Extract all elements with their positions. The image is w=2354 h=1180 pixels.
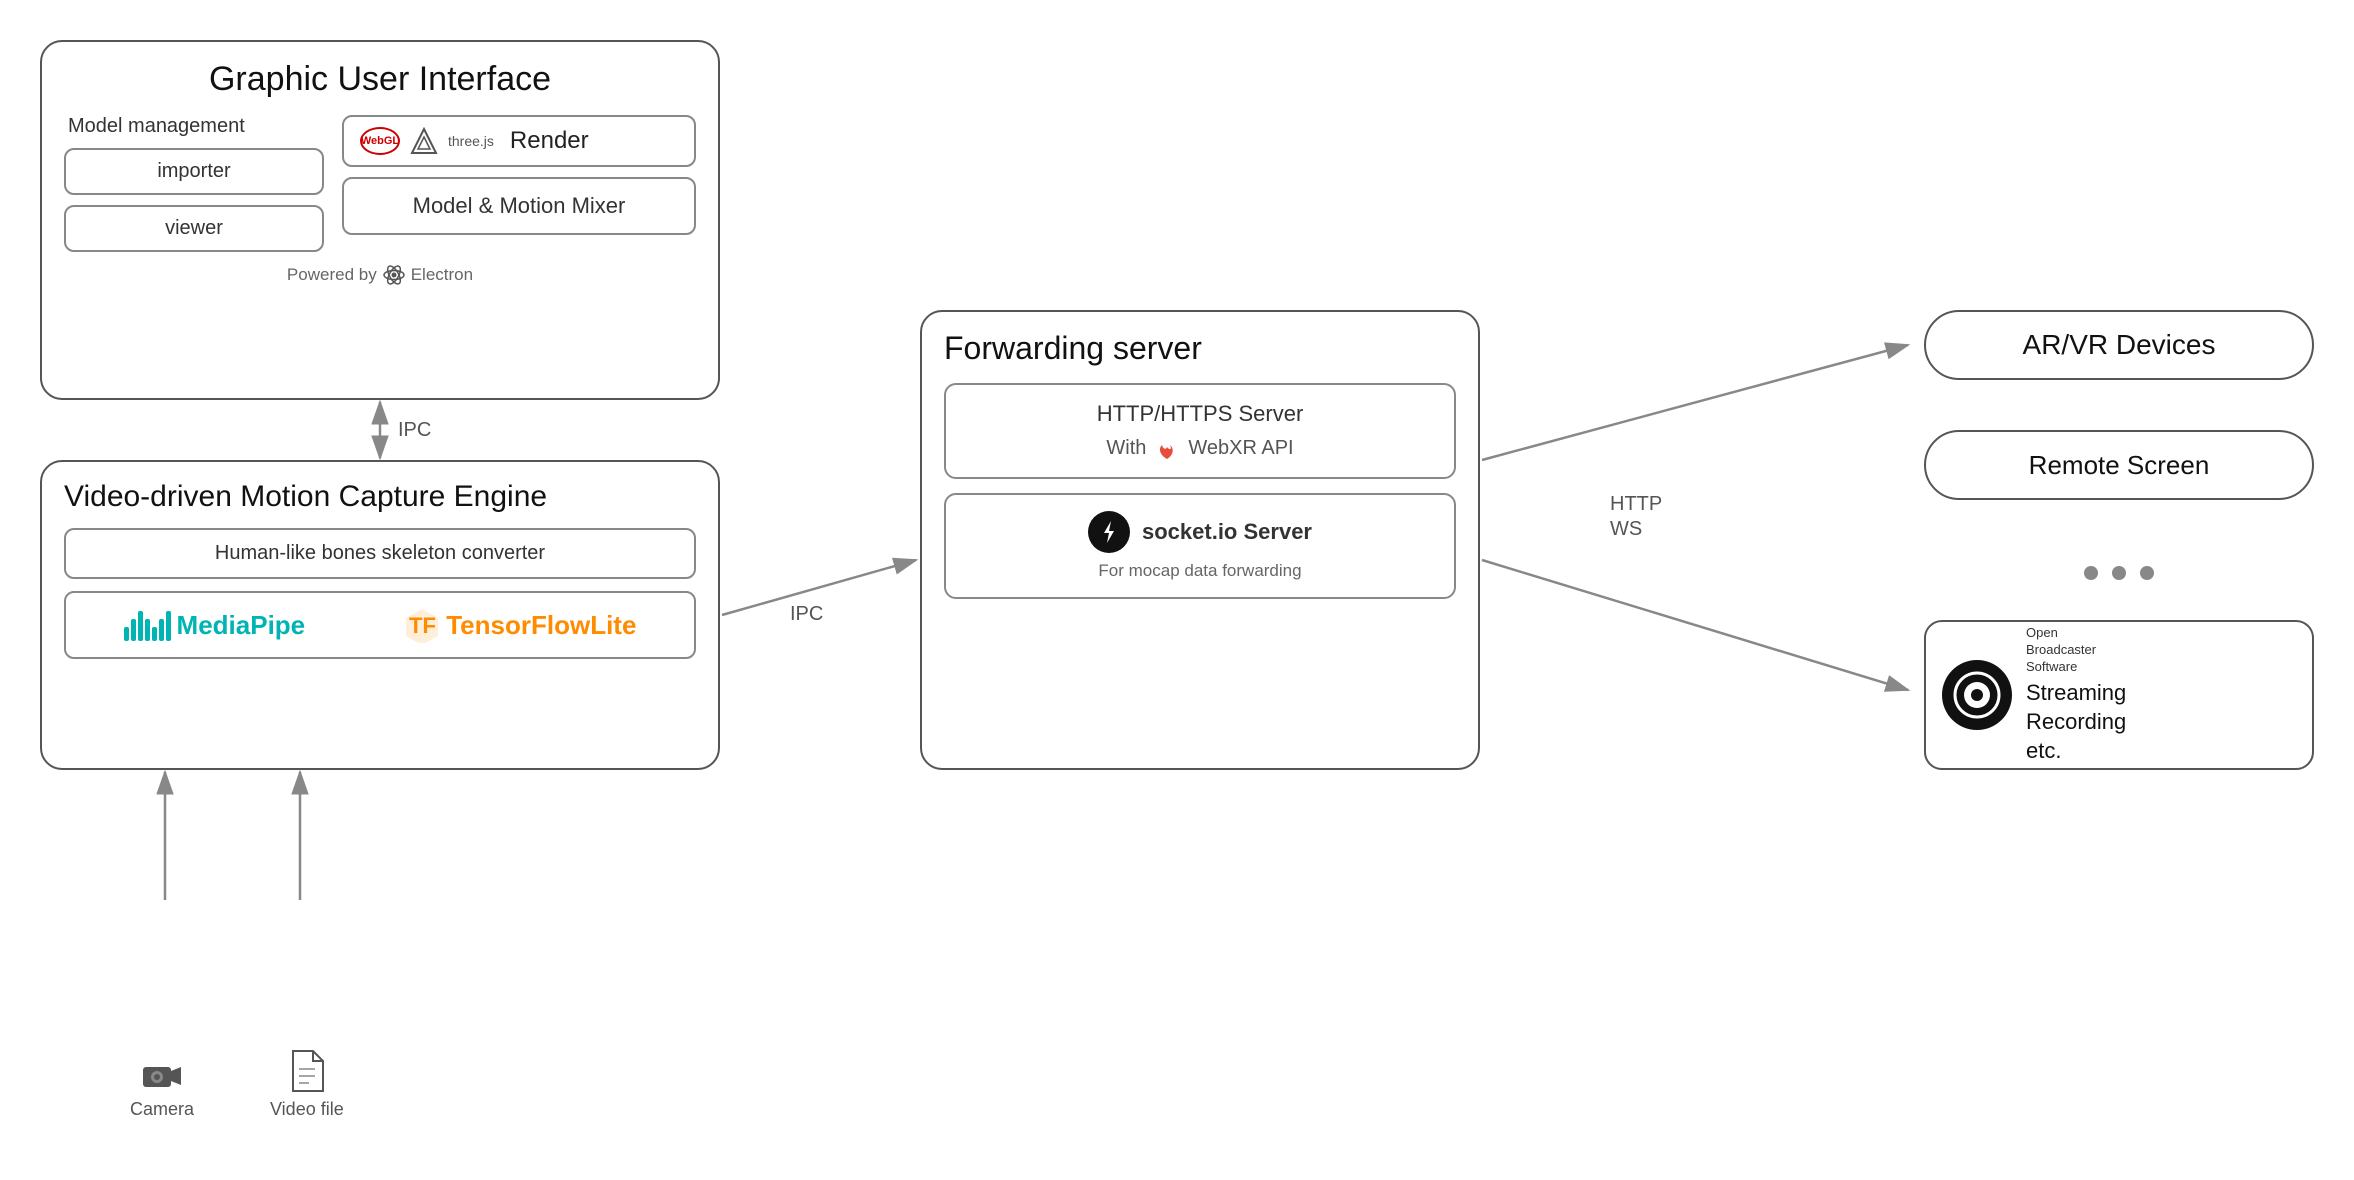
- tflite-tf-text: TensorFlow: [446, 610, 590, 640]
- dots-row: [1924, 548, 2314, 598]
- socketio-row: socket.io Server: [962, 511, 1438, 553]
- obs-brand-open: Open: [2026, 625, 2058, 640]
- arvr-box: AR/VR Devices: [1924, 310, 2314, 380]
- camera-label: Camera: [130, 1099, 194, 1120]
- webxr-icon: [1154, 435, 1180, 461]
- obs-box: Open Broadcaster Software StreamingRecor…: [1924, 620, 2314, 770]
- video-file-icon: [289, 1049, 325, 1093]
- model-motion-box: Model & Motion Mixer: [342, 177, 696, 235]
- mediapipe-logo: MediaPipe: [124, 609, 306, 641]
- arvr-label: AR/VR Devices: [2023, 329, 2216, 361]
- viewer-box: viewer: [64, 205, 324, 252]
- mocap-title: Video-driven Motion Capture Engine: [64, 480, 696, 514]
- render-col: WebGL three.js Render Model & Motion Mix…: [342, 115, 696, 252]
- threejs-label: three.js: [448, 133, 494, 149]
- socketio-icon: [1088, 511, 1130, 553]
- svg-text:IPC: IPC: [790, 603, 823, 625]
- mp-bars-icon: [124, 609, 171, 641]
- http-box: HTTP/HTTPS Server With WebXR API: [944, 383, 1456, 479]
- mocap-box: Video-driven Motion Capture Engine Human…: [40, 460, 720, 770]
- gui-box: Graphic User Interface Model management …: [40, 40, 720, 400]
- camera-group: Camera: [130, 1059, 194, 1120]
- dot-2: [2112, 566, 2126, 580]
- skeleton-box: Human-like bones skeleton converter: [64, 528, 696, 579]
- webgl-logo: WebGL: [360, 127, 400, 155]
- powered-by-label: Powered by: [287, 265, 377, 285]
- mp-bar-4: [145, 619, 150, 641]
- render-label: Render: [510, 127, 589, 155]
- logo-box: MediaPipe TF TensorFlowLite: [64, 591, 696, 659]
- dot-3: [2140, 566, 2154, 580]
- obs-streaming-label: StreamingRecordingetc.: [2026, 679, 2126, 765]
- mediapipe-label: MediaPipe: [177, 610, 306, 641]
- obs-logo-icon: [1952, 670, 2002, 720]
- socketio-lightning-icon: [1096, 519, 1122, 545]
- mp-bar-5: [152, 627, 157, 641]
- mp-bar-2: [131, 619, 136, 641]
- remote-screen-label: Remote Screen: [2029, 450, 2210, 481]
- importer-box: importer: [64, 148, 324, 195]
- electron-label: Electron: [411, 265, 473, 285]
- svg-text:HTTP: HTTP: [1610, 493, 1662, 515]
- tflite-logo: TF TensorFlowLite: [404, 607, 636, 643]
- diagram-container: Graphic User Interface Model management …: [0, 0, 2354, 1180]
- mp-bar-3: [138, 611, 143, 641]
- tensorflow-icon: TF: [404, 607, 440, 643]
- socketio-label: socket.io Server: [1142, 519, 1312, 545]
- powered-by: Powered by Electron: [64, 264, 696, 286]
- remote-screen-box: Remote Screen: [1924, 430, 2314, 500]
- obs-brand-broadcaster: Broadcaster: [2026, 642, 2096, 657]
- forwarding-server-box: Forwarding server HTTP/HTTPS Server With…: [920, 310, 1480, 770]
- camera-icon: [141, 1059, 183, 1093]
- mp-bar-6: [159, 619, 164, 641]
- video-file-label: Video file: [270, 1099, 344, 1120]
- socketio-desc: For mocap data forwarding: [962, 561, 1438, 581]
- obs-brand: Open Broadcaster Software: [2026, 625, 2126, 676]
- svg-text:WS: WS: [1610, 518, 1642, 540]
- electron-icon: [383, 264, 405, 286]
- with-label: With: [1106, 437, 1146, 460]
- webxr-row: With WebXR API: [962, 435, 1438, 461]
- tflite-lite-text: Lite: [590, 610, 636, 640]
- socketio-box: socket.io Server For mocap data forwardi…: [944, 493, 1456, 599]
- render-box: WebGL three.js Render: [342, 115, 696, 167]
- obs-text-col: Open Broadcaster Software StreamingRecor…: [2026, 625, 2126, 765]
- webgl-icon: WebGL: [360, 127, 400, 155]
- http-title: HTTP/HTTPS Server: [962, 401, 1438, 427]
- fwd-title: Forwarding server: [944, 330, 1456, 367]
- model-management-col: Model management importer viewer: [64, 115, 324, 252]
- mp-bar-7: [166, 611, 171, 641]
- gui-title: Graphic User Interface: [64, 60, 696, 99]
- webxr-api-label: WebXR API: [1188, 437, 1293, 460]
- svg-text:TF: TF: [409, 613, 436, 638]
- svg-text:IPC: IPC: [398, 419, 431, 441]
- gui-inner: Model management importer viewer WebGL t: [64, 115, 696, 252]
- mp-bar-1: [124, 627, 129, 641]
- model-management-label: Model management: [64, 115, 324, 138]
- dot-1: [2084, 566, 2098, 580]
- tflite-label: TensorFlowLite: [446, 610, 636, 641]
- obs-brand-software: Software: [2026, 659, 2077, 674]
- obs-icon: [1942, 660, 2012, 730]
- video-file-group: Video file: [270, 1049, 344, 1120]
- threejs-icon: [410, 127, 438, 155]
